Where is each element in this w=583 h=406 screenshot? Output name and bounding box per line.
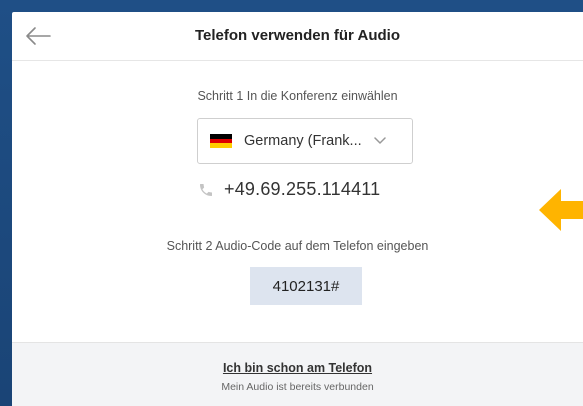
germany-flag-icon <box>210 134 232 149</box>
dialog-content: Schritt 1 In die Konferenz einwählen Ger… <box>12 61 583 343</box>
dialog-header: Telefon verwenden für Audio <box>12 12 583 61</box>
dialog-footer: Ich bin schon am Telefon Mein Audio ist … <box>12 342 583 406</box>
step1-label: Schritt 1 In die Konferenz einwählen <box>197 89 398 103</box>
already-on-phone-link[interactable]: Ich bin schon am Telefon <box>223 361 372 375</box>
audio-code: 4102131# <box>250 267 362 305</box>
dialog-title: Telefon verwenden für Audio <box>194 27 400 44</box>
highlight-arrow-icon <box>539 187 583 238</box>
already-connected-text: Mein Audio ist bereits verbunden <box>221 381 374 393</box>
phone-icon <box>200 183 212 196</box>
chevron-down-icon <box>373 137 386 145</box>
step2-label: Schritt 2 Audio-Code auf dem Telefon ein… <box>166 239 429 253</box>
dial-in-number: +49.69.255.114411 <box>224 179 381 199</box>
selected-country: Germany (Frank... <box>244 133 362 149</box>
dial-in-number-row: +49.69.255.114411 <box>198 179 380 200</box>
country-select[interactable]: Germany (Frank... <box>197 118 413 164</box>
phone-audio-dialog: Telefon verwenden für Audio Schritt 1 In… <box>12 12 583 406</box>
